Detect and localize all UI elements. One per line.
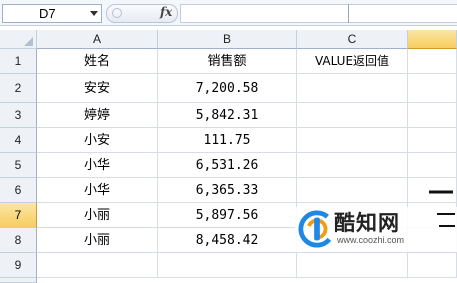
cell-a9[interactable]: [37, 253, 158, 278]
name-box[interactable]: D7: [2, 4, 102, 23]
cell-a2[interactable]: 安安: [37, 74, 158, 103]
row-header-7[interactable]: 7: [0, 203, 37, 228]
cell-c6[interactable]: [297, 178, 408, 203]
column-header-a[interactable]: A: [37, 30, 158, 49]
cell-b1[interactable]: 销售额: [158, 49, 297, 74]
cell-b7[interactable]: 5,897.56: [158, 203, 297, 228]
cell-b6[interactable]: 6,365.33: [158, 178, 297, 203]
row-header-9[interactable]: 9: [0, 253, 37, 278]
cell-a3[interactable]: 婷婷: [37, 103, 158, 128]
row-header-2[interactable]: 2: [0, 74, 37, 103]
cell-d4[interactable]: [408, 128, 457, 153]
watermark-brand: 酷知网: [334, 211, 400, 235]
cell-a6[interactable]: 小华: [37, 178, 158, 203]
cell-a4[interactable]: 小安: [37, 128, 158, 153]
formula-input[interactable]: [180, 4, 457, 23]
cell-a7[interactable]: 小丽: [37, 203, 158, 228]
decoration-marks-icon: [429, 190, 455, 227]
cell-c5[interactable]: [297, 153, 408, 178]
cell-b5[interactable]: 6,531.26: [158, 153, 297, 178]
cell-a8[interactable]: 小丽: [37, 228, 158, 253]
cell-d9[interactable]: [408, 253, 457, 278]
cell-b9[interactable]: [158, 253, 297, 278]
formula-divider: [348, 4, 349, 23]
row-header-10[interactable]: [0, 278, 37, 283]
cell-d2[interactable]: [408, 74, 457, 103]
row-header-3[interactable]: 3: [0, 103, 37, 128]
cell-b2[interactable]: 7,200.58: [158, 74, 297, 103]
cell-c1[interactable]: VALUE返回值: [297, 49, 408, 74]
column-header-c[interactable]: C: [297, 30, 408, 49]
row-header-4[interactable]: 4: [0, 128, 37, 153]
cell-a5[interactable]: 小华: [37, 153, 158, 178]
cell-a1[interactable]: 姓名: [37, 49, 158, 74]
cell-b8[interactable]: 8,458.42: [158, 228, 297, 253]
cell-d5[interactable]: [408, 153, 457, 178]
coozhi-logo-icon: [298, 210, 336, 248]
cell-c3[interactable]: [297, 103, 408, 128]
cell-c9[interactable]: [297, 253, 408, 278]
cell-c2[interactable]: [297, 74, 408, 103]
row-header-5[interactable]: 5: [0, 153, 37, 178]
formula-expand-icon[interactable]: [112, 8, 122, 18]
select-all-icon: [24, 37, 33, 46]
cell-b4[interactable]: 111.75: [158, 128, 297, 153]
cell-d1[interactable]: [408, 49, 457, 74]
column-header-b[interactable]: B: [158, 30, 297, 49]
watermark-url: www.coozhi.com: [337, 235, 405, 245]
cell-d3[interactable]: [408, 103, 457, 128]
column-header-d[interactable]: [408, 30, 457, 49]
cell-b3[interactable]: 5,842.31: [158, 103, 297, 128]
insert-function-icon[interactable]: fx: [160, 5, 172, 19]
row-header-1[interactable]: 1: [0, 49, 37, 74]
row-header-8[interactable]: 8: [0, 228, 37, 253]
cell-c4[interactable]: [297, 128, 408, 153]
name-box-dropdown-icon[interactable]: [90, 11, 98, 16]
row-header-6[interactable]: 6: [0, 178, 37, 203]
